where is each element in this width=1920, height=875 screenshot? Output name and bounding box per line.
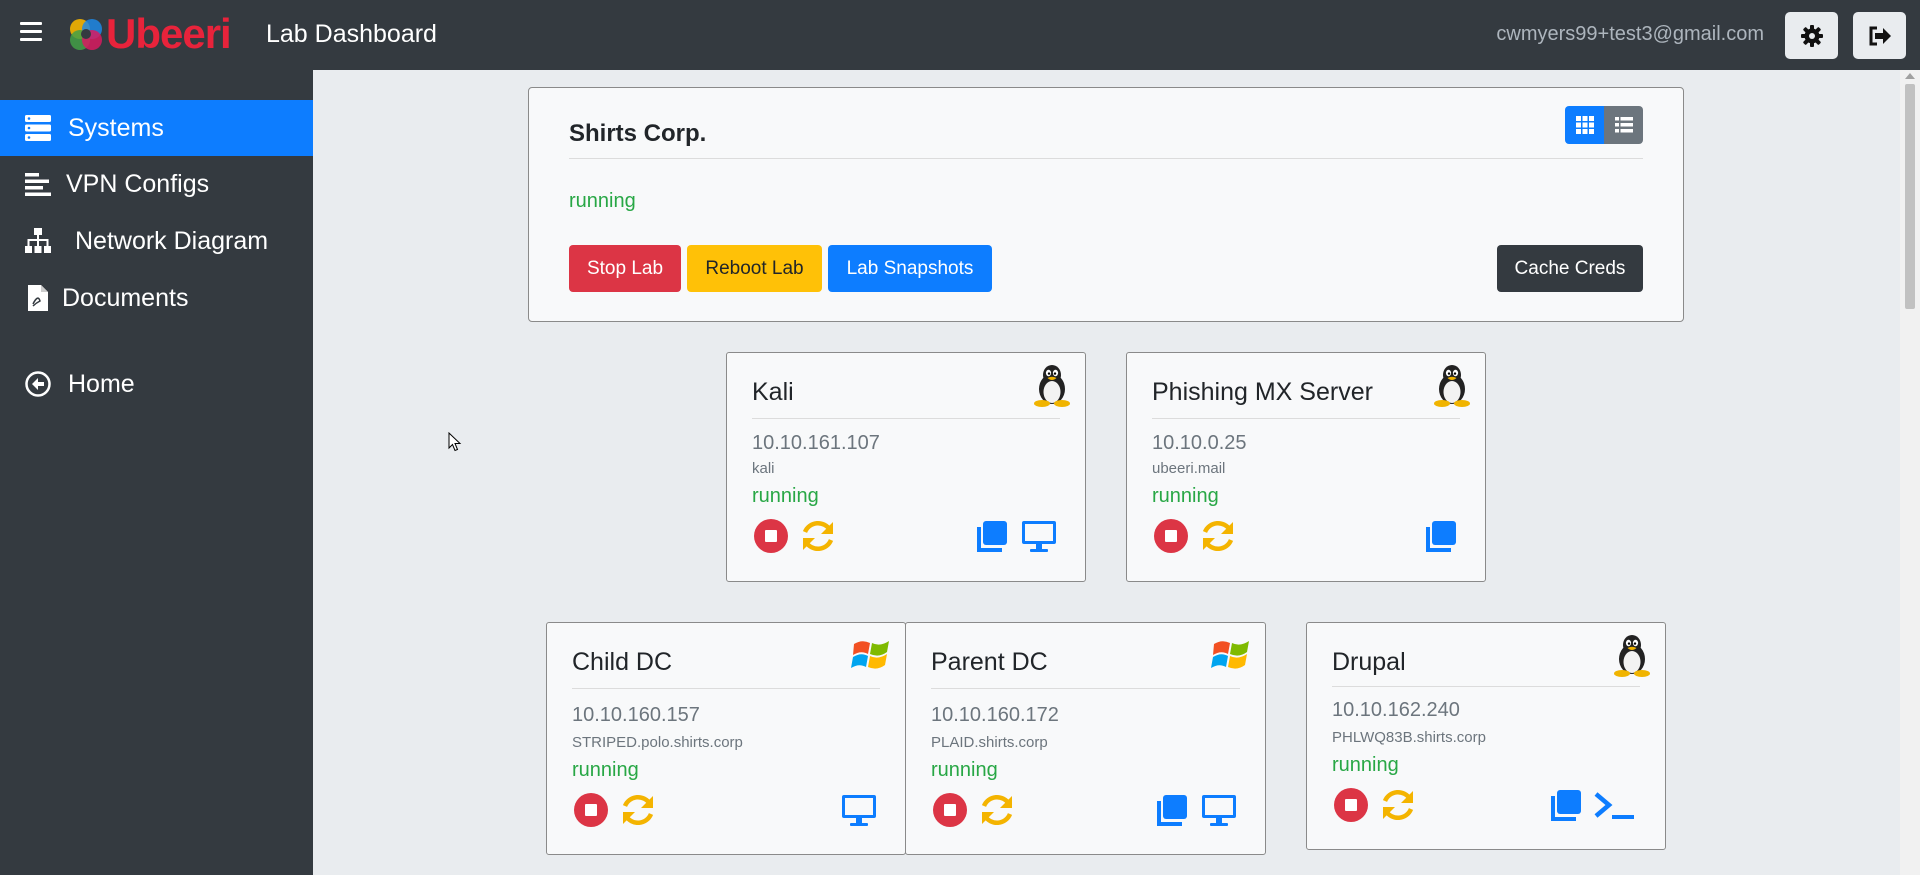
system-ip: 10.10.160.157: [572, 704, 700, 726]
lab-header-card: Shirts Corp. running Stop Lab Reboot Lab…: [528, 87, 1684, 322]
system-card-child-dc: Child DC 10.10.160.157 STRIPED.polo.shir…: [546, 622, 906, 855]
linux-tux-icon: [1611, 633, 1653, 677]
page-title: Lab Dashboard: [266, 20, 437, 48]
gear-icon: [1800, 24, 1823, 47]
desktop-console-icon[interactable]: [1020, 517, 1058, 555]
sidebar-item-label: Home: [68, 370, 135, 398]
sitemap-icon: [25, 228, 51, 253]
arrow-circle-left-icon: [25, 371, 51, 397]
terminal-icon[interactable]: [1592, 786, 1638, 824]
clone-icon[interactable]: [973, 517, 1011, 555]
stop-system-icon[interactable]: [1152, 517, 1190, 555]
list-view-button[interactable]: [1604, 106, 1643, 144]
desktop-console-icon[interactable]: [1200, 791, 1238, 829]
bars-icon: [25, 173, 51, 196]
sidebar: Systems VPN Configs Network Diagram Docu…: [0, 70, 313, 875]
file-pdf-icon: [28, 285, 48, 311]
system-card-drupal: Drupal 10.10.162.240 PHLWQ83B.shirts.cor…: [1306, 622, 1666, 850]
stop-lab-button[interactable]: Stop Lab: [569, 245, 681, 292]
system-title: Parent DC: [931, 648, 1048, 676]
lab-status: running: [569, 190, 636, 212]
sidebar-item-label: Documents: [62, 284, 189, 312]
scrollbar-thumb[interactable]: [1905, 84, 1915, 309]
system-hostname: PLAID.shirts.corp: [931, 734, 1048, 751]
divider: [572, 688, 880, 689]
hamburger-menu-icon[interactable]: [20, 22, 42, 42]
windows-logo-icon: [851, 633, 893, 677]
stop-system-icon[interactable]: [752, 517, 790, 555]
system-ip: 10.10.160.172: [931, 704, 1059, 726]
view-toggle: [1565, 106, 1643, 144]
system-hostname: STRIPED.polo.shirts.corp: [572, 734, 743, 751]
stop-system-icon[interactable]: [931, 791, 969, 829]
sign-out-icon: [1869, 26, 1891, 45]
vertical-scrollbar[interactable]: [1900, 70, 1920, 875]
divider: [569, 158, 1643, 159]
sidebar-item-network-diagram[interactable]: Network Diagram: [0, 213, 313, 269]
reboot-system-icon[interactable]: [1379, 786, 1417, 824]
reboot-lab-button[interactable]: Reboot Lab: [687, 245, 822, 292]
system-hostname: ubeeri.mail: [1152, 460, 1226, 477]
system-status: running: [752, 485, 819, 507]
sidebar-item-documents[interactable]: Documents: [0, 270, 313, 326]
system-title: Drupal: [1332, 648, 1406, 676]
system-title: Kali: [752, 378, 794, 406]
cache-creds-button[interactable]: Cache Creds: [1497, 245, 1643, 292]
grid-view-button[interactable]: [1565, 106, 1604, 144]
divider: [1332, 686, 1640, 687]
scroll-up-arrow-icon[interactable]: [1905, 73, 1915, 79]
mouse-cursor-icon: [448, 432, 462, 452]
lab-name: Shirts Corp.: [569, 120, 707, 147]
system-status: running: [1332, 754, 1399, 776]
sidebar-item-home[interactable]: Home: [0, 356, 313, 412]
sidebar-item-vpn-configs[interactable]: VPN Configs: [0, 156, 313, 212]
system-card-phishing-mx-server: Phishing MX Server 10.10.0.25 ubeeri.mai…: [1126, 352, 1486, 582]
linux-tux-icon: [1031, 363, 1073, 407]
system-ip: 10.10.162.240: [1332, 699, 1460, 721]
system-card-parent-dc: Parent DC 10.10.160.172 PLAID.shirts.cor…: [905, 622, 1266, 855]
user-email: cwmyers99+test3@gmail.com: [1496, 23, 1764, 45]
clone-icon[interactable]: [1422, 517, 1460, 555]
reboot-system-icon[interactable]: [1199, 517, 1237, 555]
stop-system-icon[interactable]: [572, 791, 610, 829]
server-icon: [25, 115, 51, 141]
sidebar-item-label: VPN Configs: [66, 170, 210, 198]
reboot-system-icon[interactable]: [978, 791, 1016, 829]
list-icon: [1614, 117, 1633, 133]
system-card-kali: Kali 10.10.161.107 kali running: [726, 352, 1086, 582]
system-status: running: [572, 759, 639, 781]
system-ip: 10.10.161.107: [752, 432, 880, 454]
logo-mark-icon: [70, 19, 102, 50]
desktop-console-icon[interactable]: [840, 791, 878, 829]
logo-text: Ubeeri: [106, 10, 232, 57]
divider: [1152, 418, 1460, 419]
sidebar-item-label: Systems: [68, 114, 164, 142]
system-status: running: [931, 759, 998, 781]
clone-icon[interactable]: [1547, 786, 1585, 824]
top-navbar: Ubeeri Lab Dashboard cwmyers99+test3@gma…: [0, 0, 1920, 70]
clone-icon[interactable]: [1153, 791, 1191, 829]
stop-system-icon[interactable]: [1332, 786, 1370, 824]
system-title: Child DC: [572, 648, 673, 676]
divider: [931, 688, 1240, 689]
lab-snapshots-button[interactable]: Lab Snapshots: [828, 245, 992, 292]
divider: [752, 418, 1060, 419]
reboot-system-icon[interactable]: [799, 517, 837, 555]
system-ip: 10.10.0.25: [1152, 432, 1247, 454]
grid-icon: [1575, 116, 1594, 134]
sidebar-item-label: Network Diagram: [75, 227, 269, 255]
reboot-system-icon[interactable]: [619, 791, 657, 829]
ubeeri-logo[interactable]: Ubeeri: [68, 10, 232, 57]
system-status: running: [1152, 485, 1219, 507]
linux-tux-icon: [1431, 363, 1473, 407]
logout-button[interactable]: [1853, 12, 1906, 59]
system-title: Phishing MX Server: [1152, 378, 1373, 406]
system-hostname: PHLWQ83B.shirts.corp: [1332, 729, 1486, 746]
sidebar-item-systems[interactable]: Systems: [0, 100, 313, 156]
windows-logo-icon: [1211, 633, 1253, 677]
system-hostname: kali: [752, 460, 775, 477]
settings-button[interactable]: [1785, 12, 1838, 59]
